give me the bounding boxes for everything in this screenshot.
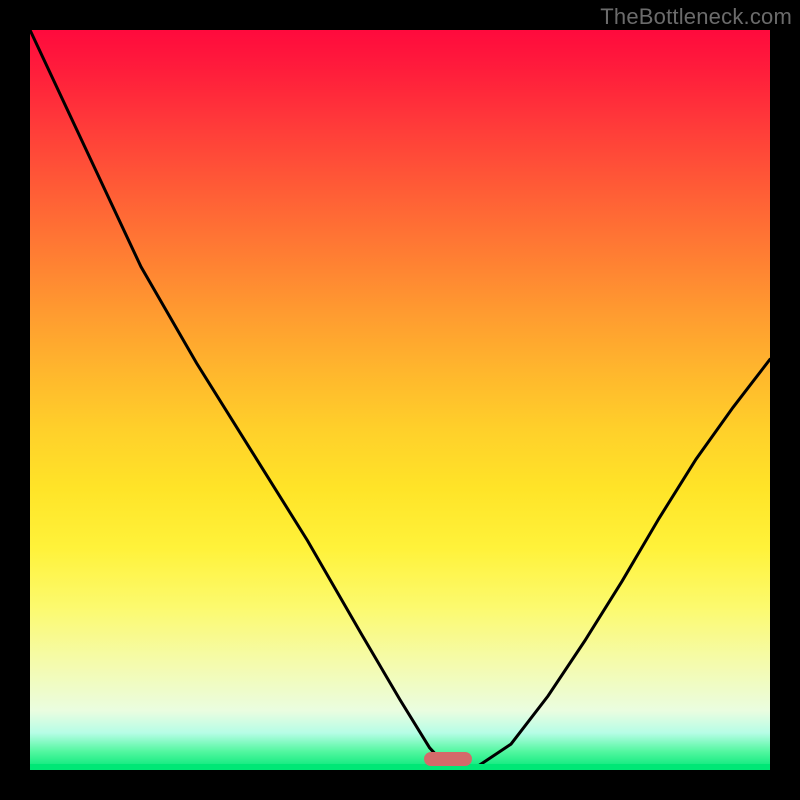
watermark-text: TheBottleneck.com [600,4,792,30]
optimal-marker [424,752,472,766]
plot-area [30,30,770,770]
chart-frame: TheBottleneck.com [0,0,800,800]
baseline-strip [30,764,770,770]
bottleneck-curve [30,30,770,770]
